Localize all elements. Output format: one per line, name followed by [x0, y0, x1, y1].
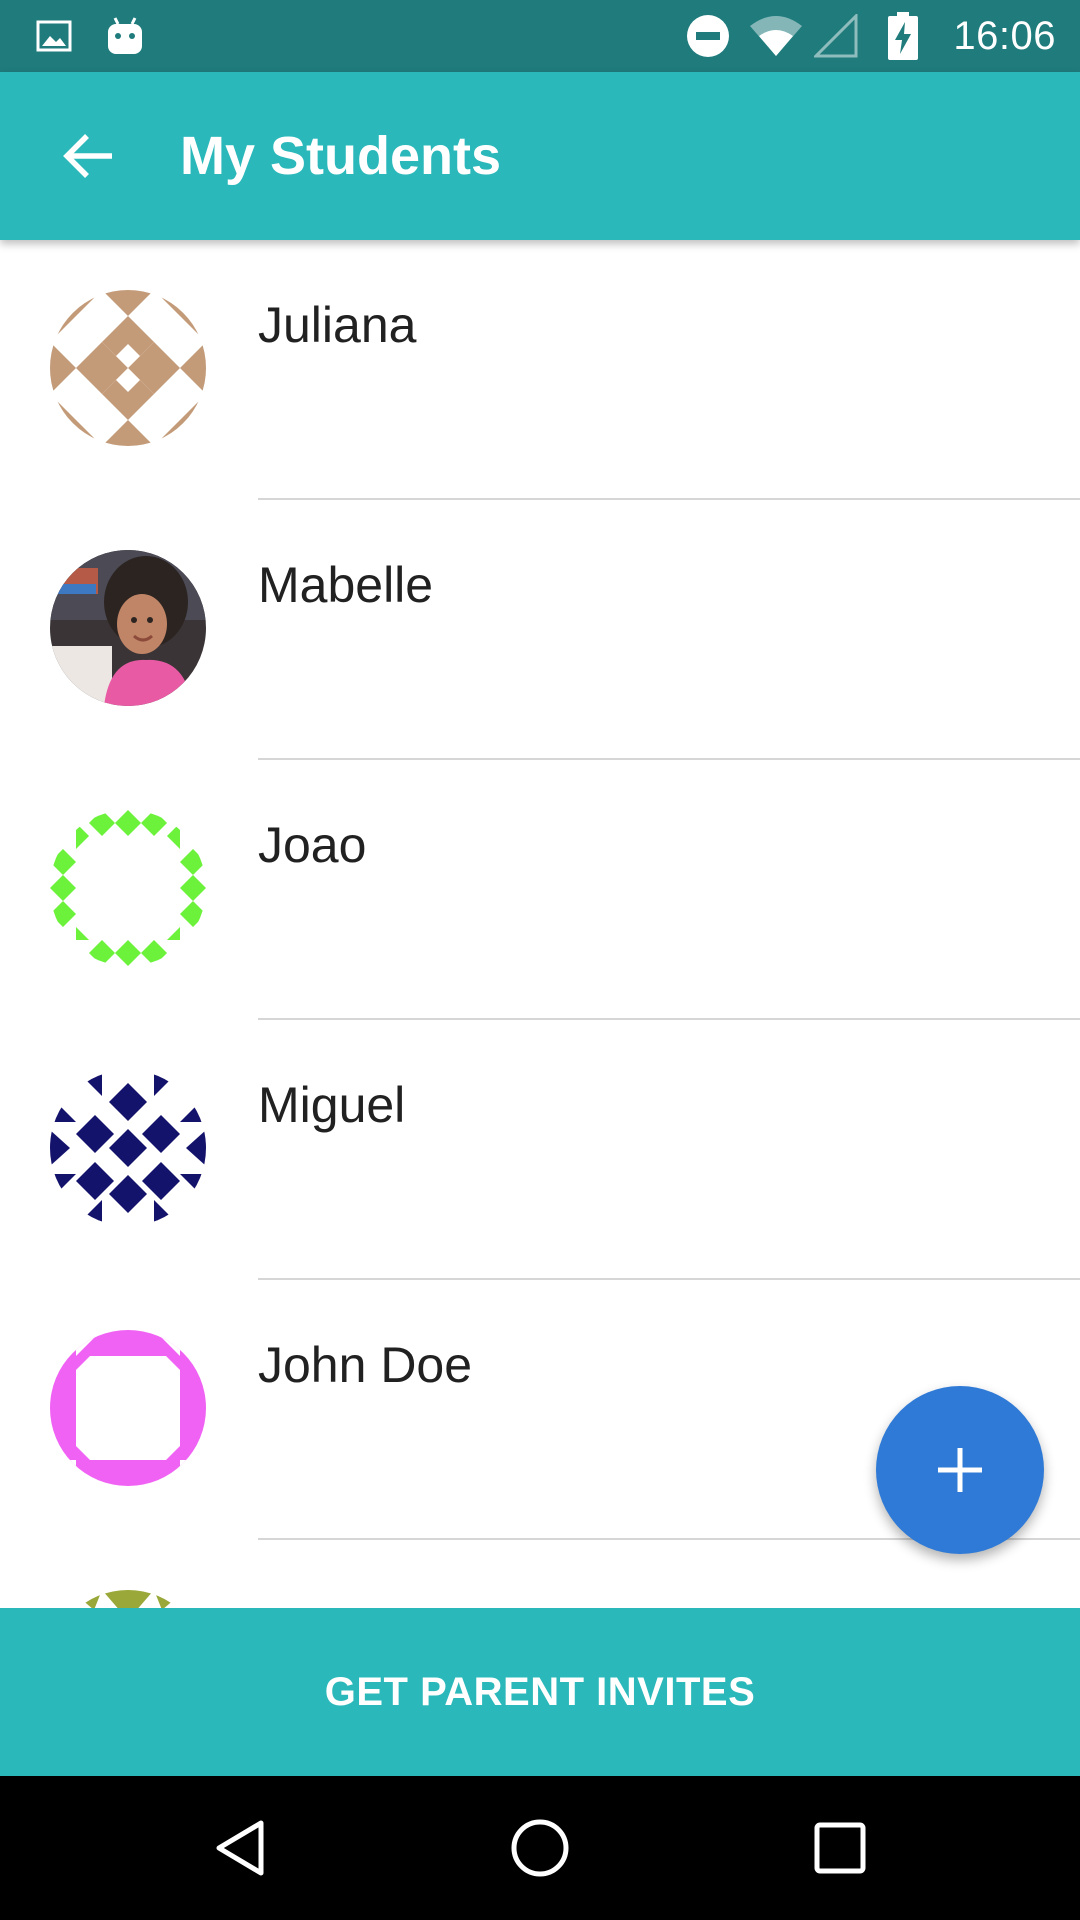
- get-parent-invites-label: GET PARENT INVITES: [324, 1669, 756, 1714]
- home-circle-icon: [511, 1819, 569, 1877]
- student-name: Miguel: [258, 1077, 406, 1133]
- student-avatar: [50, 810, 206, 966]
- student-row-mabelle[interactable]: Mabelle: [0, 500, 1080, 760]
- back-button[interactable]: [40, 108, 136, 204]
- page-title: My Students: [180, 126, 502, 186]
- nav-recents-button[interactable]: [790, 1798, 890, 1898]
- student-row-partial[interactable]: [0, 1540, 1080, 1608]
- plus-icon: [938, 1448, 982, 1492]
- add-student-button[interactable]: [876, 1386, 1044, 1554]
- student-name: John Doe: [258, 1337, 473, 1393]
- recents-square-icon: [814, 1822, 866, 1874]
- android-debug-icon: [106, 0, 144, 72]
- nav-back-button[interactable]: [190, 1798, 290, 1898]
- nav-home-button[interactable]: [490, 1798, 590, 1898]
- wifi-icon: [748, 0, 804, 72]
- app-bar: My Students: [0, 72, 1080, 240]
- arrow-back-icon: [63, 134, 112, 178]
- cell-signal-icon: [814, 0, 858, 72]
- student-avatar: [50, 1330, 206, 1486]
- student-name: Mabelle: [258, 557, 434, 613]
- student-name: Juliana: [258, 297, 417, 353]
- student-avatar: [50, 550, 206, 706]
- student-avatar: [50, 1070, 206, 1226]
- student-avatar: [50, 290, 206, 446]
- image-notification-icon: [36, 0, 72, 72]
- back-triangle-icon: [216, 1820, 264, 1876]
- student-row-juliana[interactable]: Juliana: [0, 240, 1080, 500]
- student-name: Joao: [258, 817, 367, 873]
- student-avatar: [50, 1590, 206, 1608]
- student-row-miguel[interactable]: Miguel: [0, 1020, 1080, 1280]
- get-parent-invites-button[interactable]: GET PARENT INVITES: [0, 1608, 1080, 1776]
- student-row-joao[interactable]: Joao: [0, 760, 1080, 1020]
- system-nav-bar: [0, 1776, 1080, 1920]
- battery-charging-icon: [888, 0, 918, 72]
- status-clock: 16:06: [953, 13, 1056, 58]
- status-bar: 16:06: [0, 0, 1080, 72]
- do-not-disturb-icon: [686, 0, 730, 72]
